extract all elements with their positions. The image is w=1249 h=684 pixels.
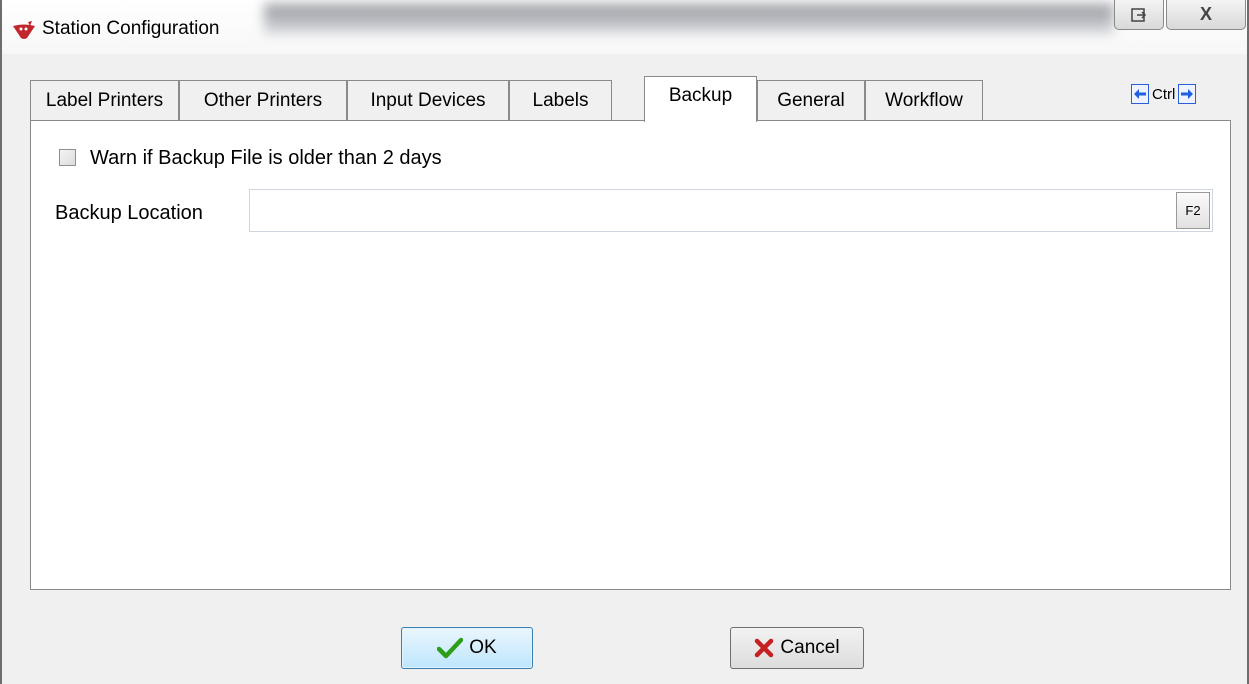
- close-button[interactable]: X: [1166, 0, 1246, 30]
- title-bar[interactable]: Station Configuration X: [2, 0, 1247, 54]
- restore-button[interactable]: [1114, 0, 1164, 30]
- tab-other-printers[interactable]: Other Printers: [179, 80, 347, 120]
- restore-icon: [1131, 7, 1147, 22]
- backup-tab-panel: Warn if Backup File is older than 2 days…: [30, 120, 1231, 590]
- title-bar-blur: [264, 4, 1114, 34]
- tab-labels[interactable]: Labels: [509, 80, 612, 120]
- warn-backup-label[interactable]: Warn if Backup File is older than 2 days: [90, 147, 442, 170]
- backup-location-label: Backup Location: [55, 202, 203, 224]
- tab-input-devices[interactable]: Input Devices: [347, 80, 509, 120]
- ok-button[interactable]: OK: [401, 627, 533, 669]
- cancel-button[interactable]: Cancel: [730, 627, 864, 669]
- tab-general[interactable]: General: [757, 80, 865, 120]
- close-icon: X: [1199, 4, 1212, 24]
- ok-label: OK: [469, 637, 497, 658]
- tab-backup[interactable]: Backup: [644, 76, 757, 122]
- tab-label-printers[interactable]: Label Printers: [30, 80, 179, 120]
- arrow-left-icon: [1134, 89, 1146, 99]
- station-configuration-window: Station Configuration X Label Printers O…: [0, 0, 1249, 684]
- app-logo-icon: [13, 21, 35, 39]
- backup-location-field[interactable]: F2: [249, 189, 1213, 232]
- browse-f2-button[interactable]: F2: [1176, 192, 1210, 229]
- tab-nav-controls: Ctrl: [1131, 84, 1197, 104]
- window-title: Station Configuration: [42, 18, 220, 39]
- x-icon: [755, 638, 774, 658]
- ctrl-label: Ctrl: [1152, 85, 1176, 103]
- warn-backup-checkbox[interactable]: [59, 149, 76, 166]
- arrow-right-icon: [1181, 89, 1194, 99]
- cancel-label: Cancel: [780, 637, 840, 658]
- next-tab-button[interactable]: [1178, 84, 1197, 104]
- checkmark-icon: [437, 637, 464, 659]
- tab-workflow[interactable]: Workflow: [865, 80, 983, 120]
- previous-tab-button[interactable]: [1131, 84, 1149, 104]
